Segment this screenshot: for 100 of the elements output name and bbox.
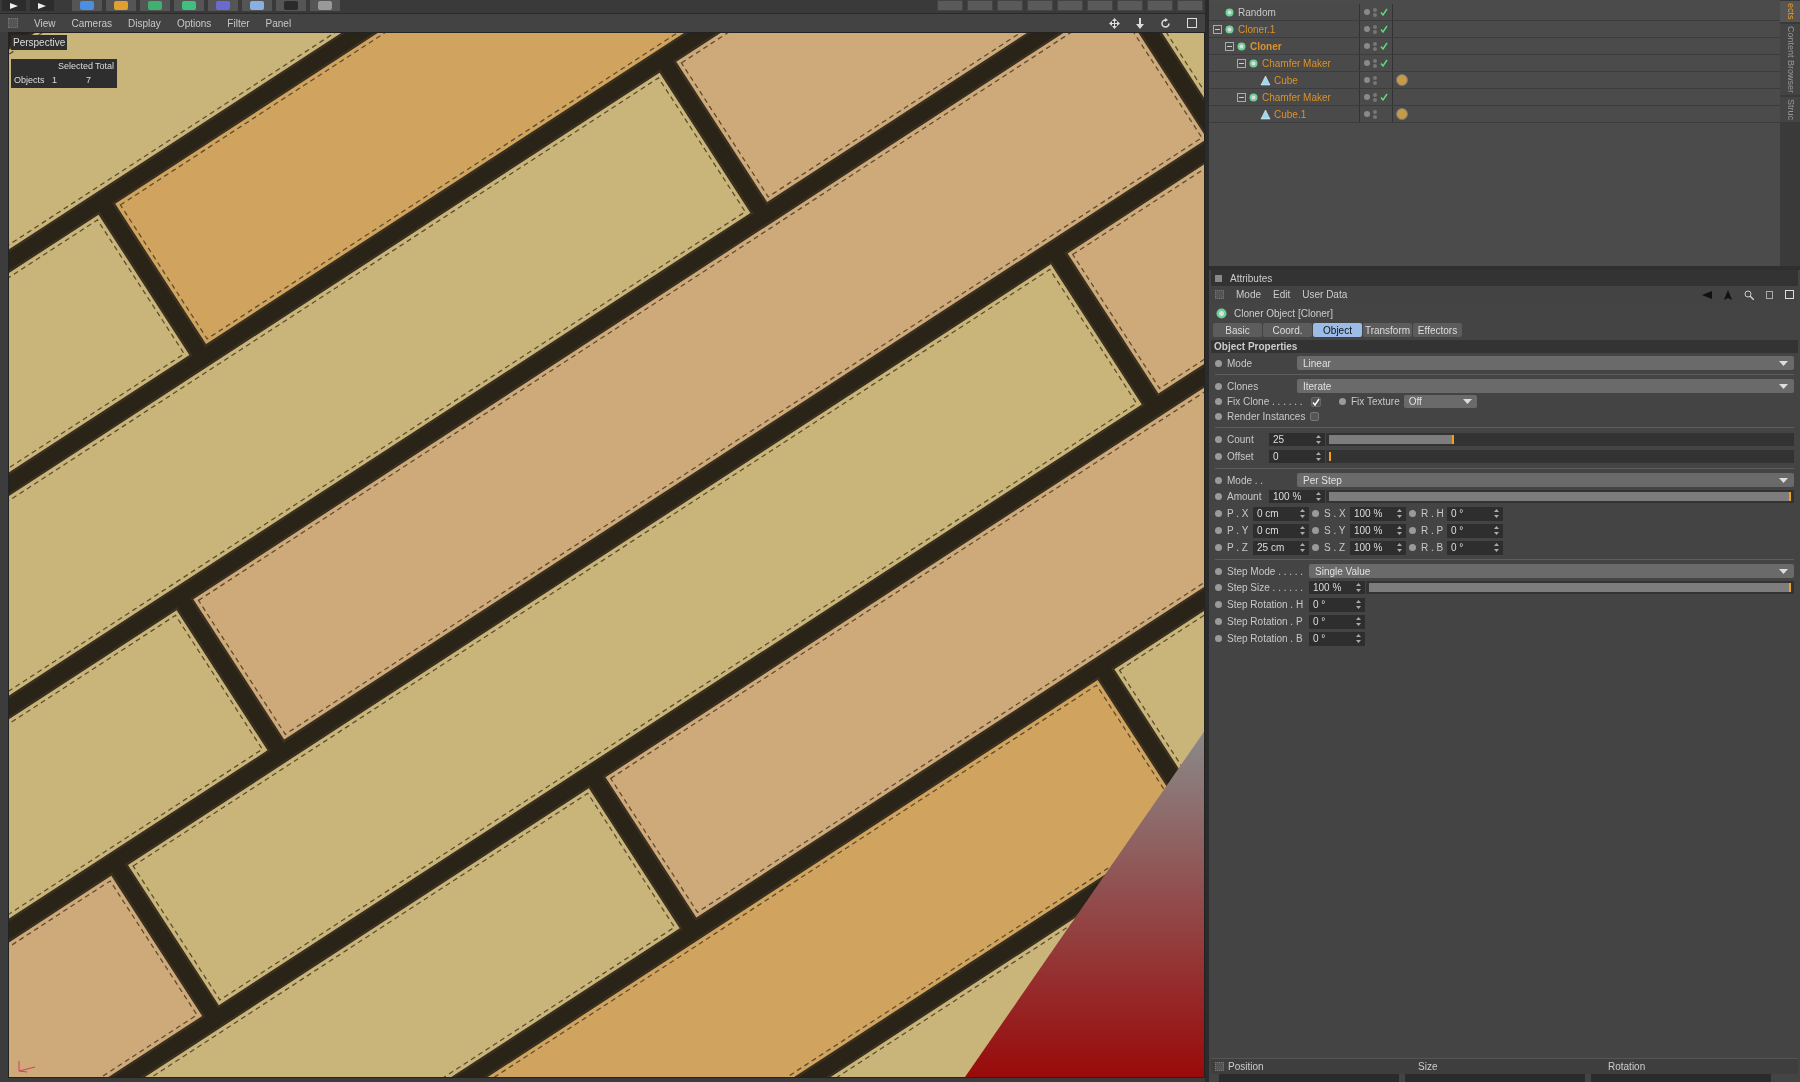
dropdown-field[interactable]: Linear xyxy=(1297,356,1794,370)
collapse-toggle-icon[interactable] xyxy=(1237,58,1246,68)
side-tab[interactable]: Struc xyxy=(1780,96,1800,122)
menu-item[interactable]: Cameras xyxy=(71,15,113,31)
number-field[interactable]: 0 ° xyxy=(1447,506,1503,521)
menu-item[interactable]: View xyxy=(34,15,56,31)
checkbox[interactable] xyxy=(1311,396,1321,407)
check-icon[interactable] xyxy=(1380,59,1388,67)
tab[interactable]: Transform xyxy=(1363,323,1412,337)
toolbar-object-icon[interactable] xyxy=(276,0,306,11)
grip-icon[interactable] xyxy=(8,18,18,28)
dropdown-field[interactable]: Per Step xyxy=(1297,473,1794,487)
spinner-arrows-icon xyxy=(1356,600,1361,609)
viewport[interactable]: Perspective Selected Total Objects 1 7 xyxy=(8,32,1205,1078)
move-arrows-icon[interactable] xyxy=(1109,17,1120,29)
tab[interactable]: Object xyxy=(1313,323,1362,337)
field-label: Render Instances xyxy=(1227,410,1306,424)
check-icon[interactable] xyxy=(1380,42,1388,50)
number-field[interactable]: 25 xyxy=(1269,433,1325,446)
vertical-arrow-icon[interactable] xyxy=(1136,17,1144,29)
menu-item[interactable]: Edit xyxy=(1273,287,1291,302)
dropdown-field[interactable]: Single Value xyxy=(1309,564,1794,578)
render-dots-icon[interactable] xyxy=(1373,75,1377,85)
number-field[interactable]: 0 ° xyxy=(1309,631,1365,646)
render-dots-icon[interactable] xyxy=(1373,41,1377,51)
toolbar-object-icon[interactable] xyxy=(174,0,204,11)
check-icon[interactable] xyxy=(1380,25,1388,33)
coordinate-field[interactable] xyxy=(1591,1074,1771,1082)
number-field[interactable]: 100 % xyxy=(1309,581,1365,594)
number-field[interactable]: 100 % xyxy=(1350,540,1406,555)
rotate-arrow-icon[interactable] xyxy=(1160,17,1171,29)
number-field[interactable]: 0 ° xyxy=(1309,597,1365,612)
spinner-arrows-icon xyxy=(1397,509,1402,518)
object-gear-icon xyxy=(1248,91,1259,103)
maximize-view-icon[interactable] xyxy=(1187,18,1197,28)
menu-item[interactable]: User Data xyxy=(1302,287,1348,302)
spinner-arrows-icon xyxy=(1397,526,1402,535)
toolbar-object-icon[interactable] xyxy=(242,0,272,11)
render-dots-icon[interactable] xyxy=(1373,58,1377,68)
menu-item[interactable]: Panel xyxy=(265,15,292,31)
toolbar-object-icon[interactable] xyxy=(140,0,170,11)
number-field[interactable]: 0 ° xyxy=(1309,614,1365,629)
panel-square-icon[interactable] xyxy=(1215,274,1222,282)
check-icon[interactable] xyxy=(1380,93,1388,101)
play-icon[interactable] xyxy=(30,0,54,11)
object-name[interactable]: Cube xyxy=(1274,72,1298,88)
number-field[interactable]: 0 xyxy=(1269,450,1325,463)
search-icon[interactable] xyxy=(1744,289,1754,300)
pyramid-object-icon xyxy=(1260,74,1271,86)
lock-icon[interactable] xyxy=(1766,290,1773,299)
number-field[interactable]: 0 ° xyxy=(1447,540,1503,555)
new-panel-icon[interactable] xyxy=(1785,290,1794,299)
field-label: P . Z xyxy=(1227,541,1249,555)
toolbar-object-icon[interactable] xyxy=(72,0,102,11)
menu-item[interactable]: Mode xyxy=(1236,287,1261,302)
field-label: Step Mode . . . . . xyxy=(1227,564,1305,579)
tab[interactable]: Effectors xyxy=(1413,323,1462,337)
grip-icon[interactable] xyxy=(1215,1062,1224,1071)
collapse-toggle-icon[interactable] xyxy=(1225,41,1234,51)
render-dots-icon[interactable] xyxy=(1373,24,1377,34)
coordinate-field[interactable] xyxy=(1405,1074,1585,1082)
number-field[interactable]: 100 % xyxy=(1350,506,1406,521)
collapse-toggle-icon[interactable] xyxy=(1237,92,1246,102)
object-name[interactable]: Chamfer Maker xyxy=(1262,89,1331,105)
number-field[interactable]: 0 ° xyxy=(1447,523,1503,538)
back-arrow-icon[interactable] xyxy=(1702,290,1712,299)
field-label: R . H xyxy=(1421,507,1445,521)
coordinate-field[interactable] xyxy=(1219,1074,1399,1082)
toolbar-object-icon[interactable] xyxy=(310,0,340,11)
object-name[interactable]: Cube.1 xyxy=(1274,106,1307,122)
render-dots-icon[interactable] xyxy=(1373,109,1377,119)
menu-item[interactable]: Display xyxy=(128,15,161,31)
field-label: Fix Texture xyxy=(1351,395,1400,409)
tab[interactable]: Basic xyxy=(1213,323,1262,337)
spinner-arrows-icon xyxy=(1316,452,1321,461)
menu-item[interactable]: Filter xyxy=(227,15,250,31)
number-field[interactable]: 100 % xyxy=(1269,490,1325,503)
dropdown-field[interactable]: Iterate xyxy=(1297,379,1794,393)
toolbar-object-icon[interactable] xyxy=(106,0,136,11)
checkbox[interactable] xyxy=(1310,412,1320,421)
grip-icon[interactable] xyxy=(1215,290,1224,299)
render-dots-icon[interactable] xyxy=(1373,92,1377,102)
side-tab[interactable]: ects xyxy=(1780,1,1800,22)
number-field[interactable]: 100 % xyxy=(1350,523,1406,538)
tab[interactable]: Coord. xyxy=(1263,323,1312,337)
up-arrow-icon[interactable] xyxy=(1724,289,1732,300)
number-field[interactable]: 25 cm xyxy=(1253,540,1309,555)
object-name[interactable]: Cloner.1 xyxy=(1238,21,1276,37)
side-tab[interactable]: Content Browser xyxy=(1780,23,1800,95)
render-dots-icon[interactable] xyxy=(1373,7,1377,17)
dropdown-field[interactable]: Off xyxy=(1403,395,1477,408)
object-name[interactable]: Chamfer Maker xyxy=(1262,55,1331,71)
object-name[interactable]: Random xyxy=(1238,4,1276,20)
number-field[interactable]: 0 cm xyxy=(1253,506,1309,521)
play-icon[interactable] xyxy=(2,0,26,11)
check-icon[interactable] xyxy=(1380,8,1388,16)
object-name[interactable]: Cloner xyxy=(1250,38,1282,54)
collapse-toggle-icon[interactable] xyxy=(1213,24,1222,34)
menu-item[interactable]: Options xyxy=(176,15,212,31)
number-field[interactable]: 0 cm xyxy=(1253,523,1309,538)
